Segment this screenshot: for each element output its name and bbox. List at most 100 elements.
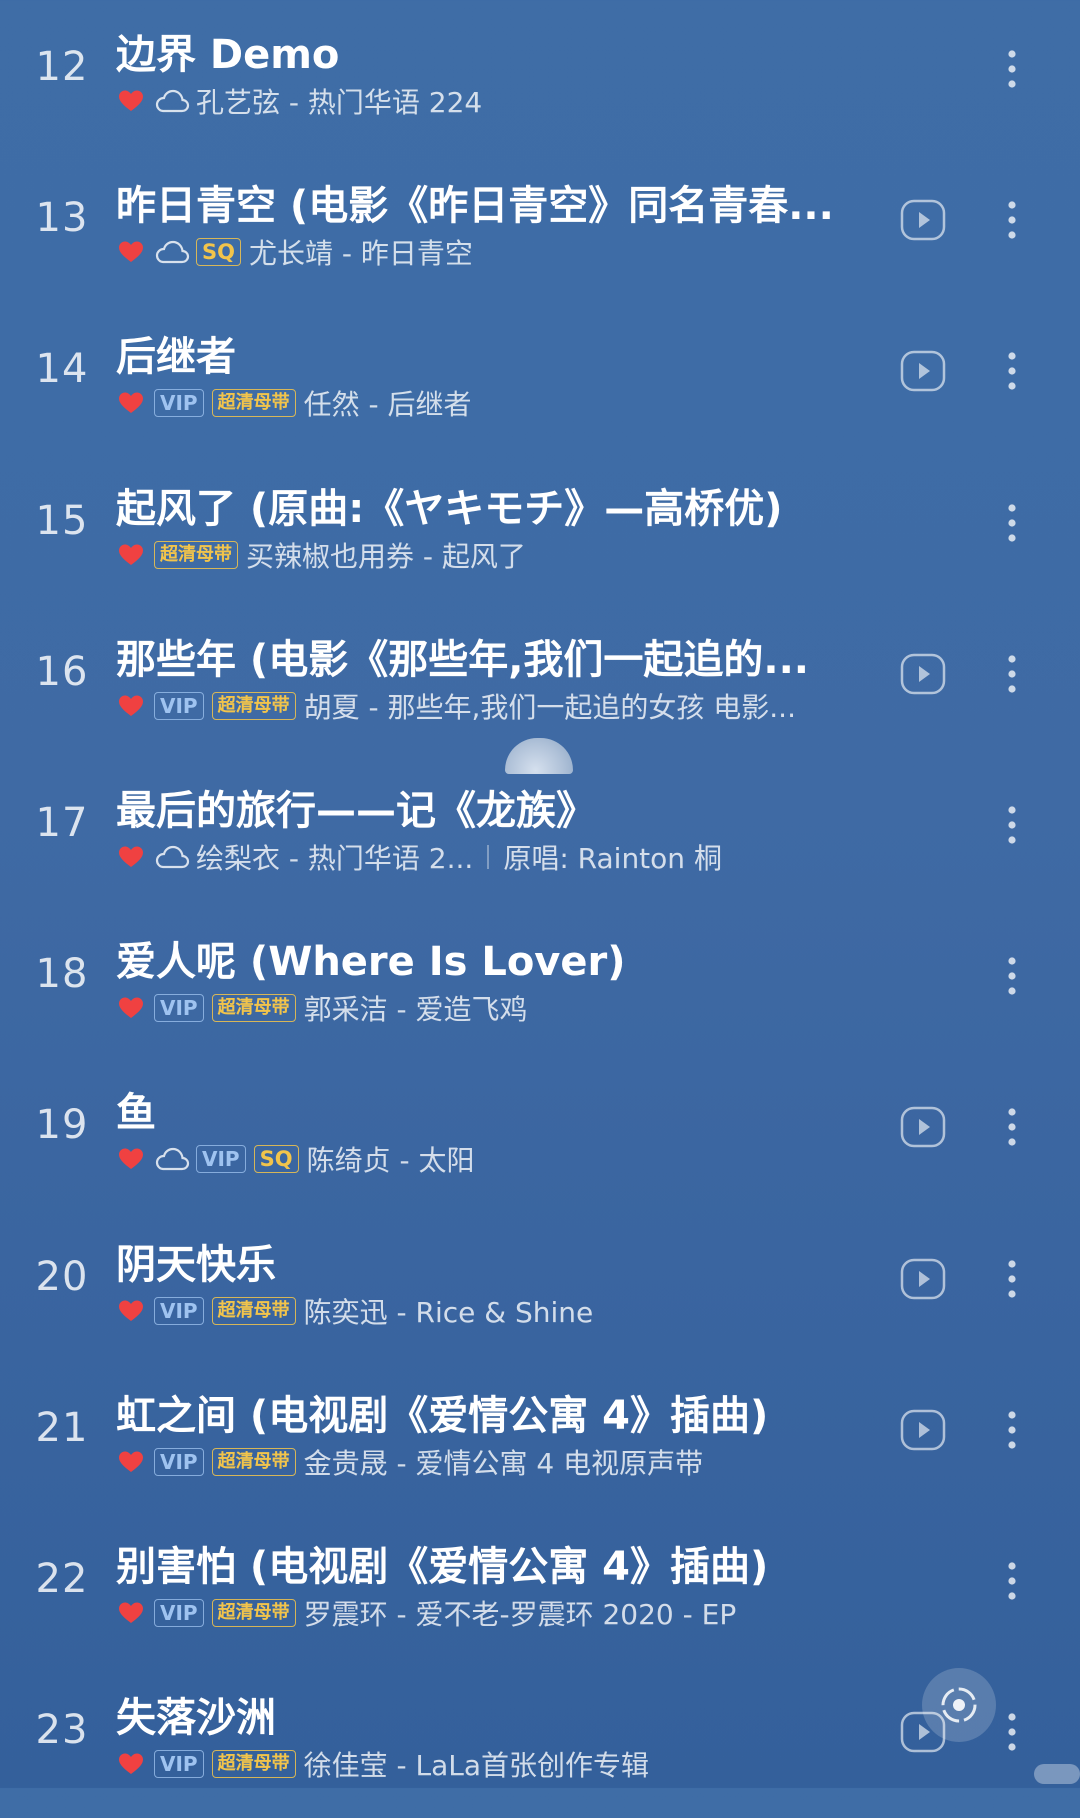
artist-album[interactable]: 金贵晟 - 爱情公寓 4 电视原声带 <box>304 1443 704 1481</box>
master-quality-badge: 超清母带 <box>211 1599 296 1627</box>
track-number: 19 <box>35 1102 89 1149</box>
play-mv-icon[interactable] <box>900 1104 946 1150</box>
sq-badge: SQ <box>253 1145 299 1174</box>
master-quality-badge: 超清母带 <box>211 1447 296 1476</box>
more-vertical-icon[interactable] <box>1000 46 1024 92</box>
heart-icon[interactable] <box>118 845 144 869</box>
heart-icon[interactable] <box>118 240 144 264</box>
song-meta: VIP 超清母带 陈奕迅 - Rice & Shine <box>118 1292 868 1330</box>
heart-icon[interactable] <box>118 1752 144 1776</box>
heart-icon[interactable] <box>118 1450 144 1474</box>
master-quality-badge: 超清母带 <box>211 994 296 1023</box>
song-title[interactable]: 最后的旅行——记《龙族》 <box>116 778 866 836</box>
song-title[interactable]: 起风了 (原曲:《ヤキモチ》—高桥优) <box>116 476 866 534</box>
more-vertical-icon[interactable] <box>1000 1256 1024 1302</box>
song-title[interactable]: 失落沙洲 <box>116 1685 866 1743</box>
cloud-icon <box>155 241 190 264</box>
master-quality-badge: 超清母带 <box>211 691 296 720</box>
song-row[interactable]: 18 爱人呢 (Where Is Lover) VIP 超清母带 郭采洁 - 爱造飞鸡 <box>0 911 1080 1062</box>
song-meta: VIP 超清母带 罗震环 - 爱不老-罗震环 2020 - EP <box>118 1594 868 1632</box>
vip-badge: VIP <box>154 1599 204 1627</box>
artist-album[interactable]: 陈绮贞 - 太阳 <box>307 1140 475 1178</box>
track-number: 18 <box>35 951 89 998</box>
corner-watermark <box>1034 1764 1080 1784</box>
artist-album[interactable]: 绘梨衣 - 热门华语 2... <box>196 838 473 876</box>
more-vertical-icon[interactable] <box>1000 197 1024 243</box>
song-title[interactable]: 虹之间 (电视剧《爱情公寓 4》插曲) <box>116 1383 866 1441</box>
artist-album[interactable]: 徐佳莹 - LaLa首张创作专辑 <box>304 1745 649 1783</box>
artist-album[interactable]: 罗震环 - 爱不老-罗震环 2020 - EP <box>304 1594 737 1632</box>
vip-badge: VIP <box>154 994 204 1023</box>
song-title[interactable]: 边界 Demo <box>116 22 866 80</box>
cloud-icon <box>155 89 190 113</box>
song-row[interactable]: 13 昨日青空 (电影《昨日青空》同名青春... SQ 尤长靖 - 昨日青空 <box>0 155 1080 306</box>
more-vertical-icon[interactable] <box>1000 651 1024 697</box>
heart-icon[interactable] <box>118 391 144 415</box>
more-vertical-icon[interactable] <box>1000 802 1024 848</box>
song-meta: VIP 超清母带 金贵晟 - 爱情公寓 4 电视原声带 <box>118 1443 868 1481</box>
heart-icon[interactable] <box>118 694 144 718</box>
song-row[interactable]: 14 后继者 VIP 超清母带 任然 - 后继者 <box>0 306 1080 457</box>
float-action-button[interactable] <box>922 1668 996 1742</box>
master-quality-badge: 超清母带 <box>211 389 296 418</box>
song-row[interactable]: 19 鱼 VIP SQ 陈绮贞 - 太阳 <box>0 1062 1080 1213</box>
song-meta: 绘梨衣 - 热门华语 2... 原唱: Rainton 桐 <box>118 838 868 876</box>
song-row[interactable]: 20 阴天快乐 VIP 超清母带 陈奕迅 - Rice & Shine <box>0 1214 1080 1365</box>
vip-badge: VIP <box>154 1750 204 1779</box>
more-vertical-icon[interactable] <box>1000 1558 1024 1604</box>
song-row[interactable]: 21 虹之间 (电视剧《爱情公寓 4》插曲) VIP 超清母带 金贵晟 - 爱情公寓 4… <box>0 1365 1080 1516</box>
more-vertical-icon[interactable] <box>1000 1407 1024 1453</box>
heart-icon[interactable] <box>118 996 144 1020</box>
artist-album[interactable]: 陈奕迅 - Rice & Shine <box>304 1292 594 1330</box>
master-quality-badge: 超清母带 <box>211 1750 296 1779</box>
more-vertical-icon[interactable] <box>1000 500 1024 546</box>
heart-icon[interactable] <box>118 1601 144 1625</box>
meta-divider <box>487 845 490 869</box>
artist-album[interactable]: 任然 - 后继者 <box>304 384 472 422</box>
sq-badge: SQ <box>196 238 241 267</box>
song-title[interactable]: 别害怕 (电视剧《爱情公寓 4》插曲) <box>116 1534 866 1592</box>
master-quality-badge: 超清母带 <box>154 540 238 569</box>
song-meta: 超清母带 买辣椒也用券 - 起风了 <box>118 536 868 574</box>
song-row[interactable]: 12 边界 Demo 孔艺弦 - 热门华语 224 <box>0 4 1080 155</box>
track-number: 22 <box>35 1556 89 1602</box>
more-vertical-icon[interactable] <box>1000 953 1024 999</box>
track-number: 16 <box>35 648 89 695</box>
song-meta: VIP 超清母带 徐佳莹 - LaLa首张创作专辑 <box>118 1745 868 1783</box>
play-mv-icon[interactable] <box>900 348 946 394</box>
heart-icon[interactable] <box>118 89 144 113</box>
vip-badge: VIP <box>154 1447 204 1476</box>
track-number: 17 <box>35 800 89 846</box>
play-mv-icon[interactable] <box>900 651 946 697</box>
song-row[interactable]: 23 失落沙洲 VIP 超清母带 徐佳莹 - LaLa首张创作专辑 <box>0 1667 1080 1818</box>
artist-album[interactable]: 尤长靖 - 昨日青空 <box>249 233 473 271</box>
song-title[interactable]: 后继者 <box>116 324 866 382</box>
song-title[interactable]: 那些年 (电影《那些年,我们一起追的... <box>116 627 866 685</box>
more-vertical-icon[interactable] <box>1000 1709 1024 1755</box>
vip-badge: VIP <box>154 389 204 418</box>
track-number: 14 <box>35 346 89 393</box>
vip-badge: VIP <box>154 691 204 720</box>
song-row[interactable]: 22 别害怕 (电视剧《爱情公寓 4》插曲) VIP 超清母带 罗震环 - 爱不老-罗震… <box>0 1516 1080 1667</box>
more-vertical-icon[interactable] <box>1000 1104 1024 1150</box>
heart-icon[interactable] <box>118 543 144 567</box>
song-title[interactable]: 阴天快乐 <box>116 1232 866 1290</box>
song-row[interactable]: 15 起风了 (原曲:《ヤキモチ》—高桥优) 超清母带 买辣椒也用券 - 起风了 <box>0 458 1080 609</box>
play-mv-icon[interactable] <box>900 1256 946 1302</box>
artist-album[interactable]: 孔艺弦 - 热门华语 224 <box>196 82 482 120</box>
song-title[interactable]: 昨日青空 (电影《昨日青空》同名青春... <box>116 173 866 231</box>
vip-badge: VIP <box>154 1296 204 1325</box>
song-row[interactable]: 17 最后的旅行——记《龙族》 绘梨衣 - 热门华语 2... 原唱: Rainton… <box>0 760 1080 911</box>
artist-album[interactable]: 买辣椒也用券 - 起风了 <box>246 536 526 574</box>
artist-album[interactable]: 胡夏 - 那些年,我们一起追的女孩 电影... <box>304 687 796 725</box>
song-title[interactable]: 鱼 <box>116 1080 866 1138</box>
song-title[interactable]: 爱人呢 (Where Is Lover) <box>116 929 866 987</box>
heart-icon[interactable] <box>118 1147 144 1171</box>
more-vertical-icon[interactable] <box>1000 348 1024 394</box>
play-mv-icon[interactable] <box>900 197 946 243</box>
master-quality-badge: 超清母带 <box>211 1296 296 1325</box>
artist-album[interactable]: 郭采洁 - 爱造飞鸡 <box>304 989 528 1027</box>
heart-icon[interactable] <box>118 1299 144 1323</box>
play-mv-icon[interactable] <box>900 1407 946 1453</box>
track-number: 21 <box>35 1404 89 1451</box>
